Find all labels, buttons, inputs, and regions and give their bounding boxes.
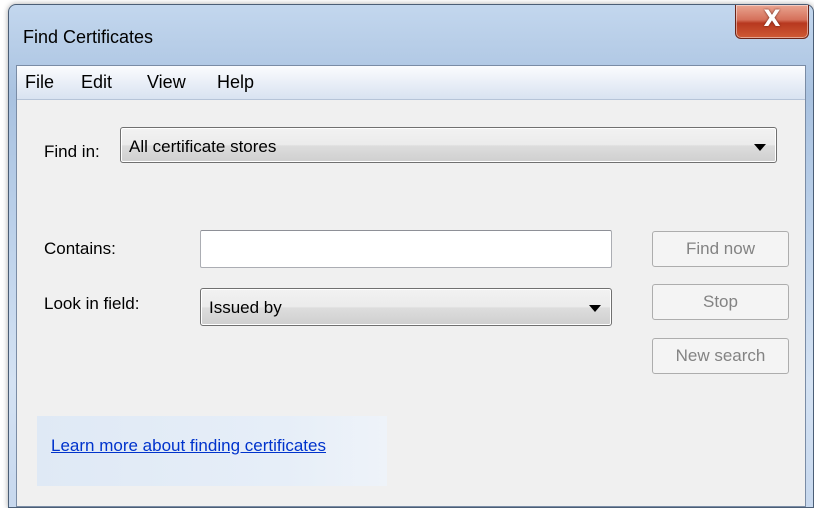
window-title: Find Certificates xyxy=(23,27,154,47)
menu-bar: File Edit View Help xyxy=(17,66,805,100)
chevron-down-icon xyxy=(754,144,766,151)
contains-label: Contains: xyxy=(44,239,116,258)
learn-more-link[interactable]: Learn more about finding certificates xyxy=(51,436,326,456)
menu-file[interactable]: File xyxy=(25,72,54,93)
menu-view[interactable]: View xyxy=(147,72,186,93)
look-in-field-dropdown[interactable]: Issued by xyxy=(200,288,612,326)
dialog-client-area: File Edit View Help Find in: All certifi… xyxy=(16,65,806,507)
menu-edit[interactable]: Edit xyxy=(81,72,112,93)
close-button[interactable]: X xyxy=(735,5,809,39)
look-in-field-label: Look in field: xyxy=(44,294,140,313)
find-in-dropdown[interactable]: All certificate stores xyxy=(120,127,777,163)
contains-input[interactable] xyxy=(200,230,612,268)
close-icon: X xyxy=(763,7,781,32)
look-in-field-selected: Issued by xyxy=(209,298,282,317)
find-in-selected: All certificate stores xyxy=(129,137,277,156)
chevron-down-icon xyxy=(589,305,601,312)
find-in-label: Find in: xyxy=(44,142,100,161)
new-search-button[interactable]: New search xyxy=(652,338,789,374)
find-certificates-window: Find Certificates X File Edit View Help … xyxy=(8,4,814,508)
find-now-button[interactable]: Find now xyxy=(652,231,789,267)
title-bar[interactable]: Find Certificates X xyxy=(9,5,813,65)
stop-button[interactable]: Stop xyxy=(652,284,789,320)
menu-help[interactable]: Help xyxy=(217,72,254,93)
